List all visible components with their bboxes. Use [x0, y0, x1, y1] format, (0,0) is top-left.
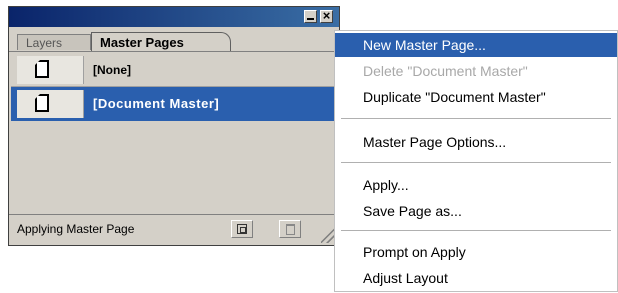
page-thumbnail [17, 90, 84, 118]
panel-statusbar: Applying Master Page [9, 214, 339, 245]
menu-item-apply[interactable]: Apply... [335, 173, 617, 197]
close-icon[interactable] [320, 10, 333, 23]
tab-master-pages[interactable]: Master Pages [91, 32, 231, 51]
status-text: Applying Master Page [17, 222, 135, 236]
panel-titlebar[interactable] [9, 7, 339, 27]
panel-context-menu: New Master Page... Delete "Document Mast… [334, 30, 618, 292]
panel-tabs: Layers Master Pages [9, 29, 339, 69]
tab-layers[interactable]: Layers [17, 34, 91, 50]
page-icon [35, 94, 49, 112]
menu-separator [341, 162, 611, 163]
master-pages-list: [None] [Document Master] [11, 53, 337, 213]
trash-icon [286, 224, 295, 235]
tabs-divider [9, 51, 339, 52]
page-icon [35, 60, 49, 78]
new-master-page-button[interactable] [231, 220, 253, 238]
list-item-document-master[interactable]: [Document Master] [11, 87, 337, 121]
menu-item-adjust-layout[interactable]: Adjust Layout [335, 266, 617, 290]
list-item-label: [Document Master] [93, 96, 220, 111]
new-page-icon [237, 224, 247, 234]
menu-separator [341, 118, 611, 119]
list-item-label: [None] [93, 63, 131, 77]
page-thumbnail [17, 56, 84, 84]
menu-item-new-master-page[interactable]: New Master Page... [335, 33, 617, 57]
list-item-none[interactable]: [None] [11, 53, 337, 87]
menu-item-master-page-options[interactable]: Master Page Options... [335, 130, 617, 154]
menu-item-prompt-on-apply[interactable]: Prompt on Apply [335, 240, 617, 264]
minimize-icon[interactable] [304, 10, 317, 23]
menu-separator [341, 230, 611, 231]
delete-button[interactable] [279, 220, 301, 238]
menu-item-duplicate-master[interactable]: Duplicate "Document Master" [335, 85, 617, 109]
master-pages-panel: Layers Master Pages [None] [Document Mas… [8, 6, 340, 246]
menu-item-save-page-as[interactable]: Save Page as... [335, 199, 617, 223]
menu-item-delete-master: Delete "Document Master" [363, 63, 528, 79]
